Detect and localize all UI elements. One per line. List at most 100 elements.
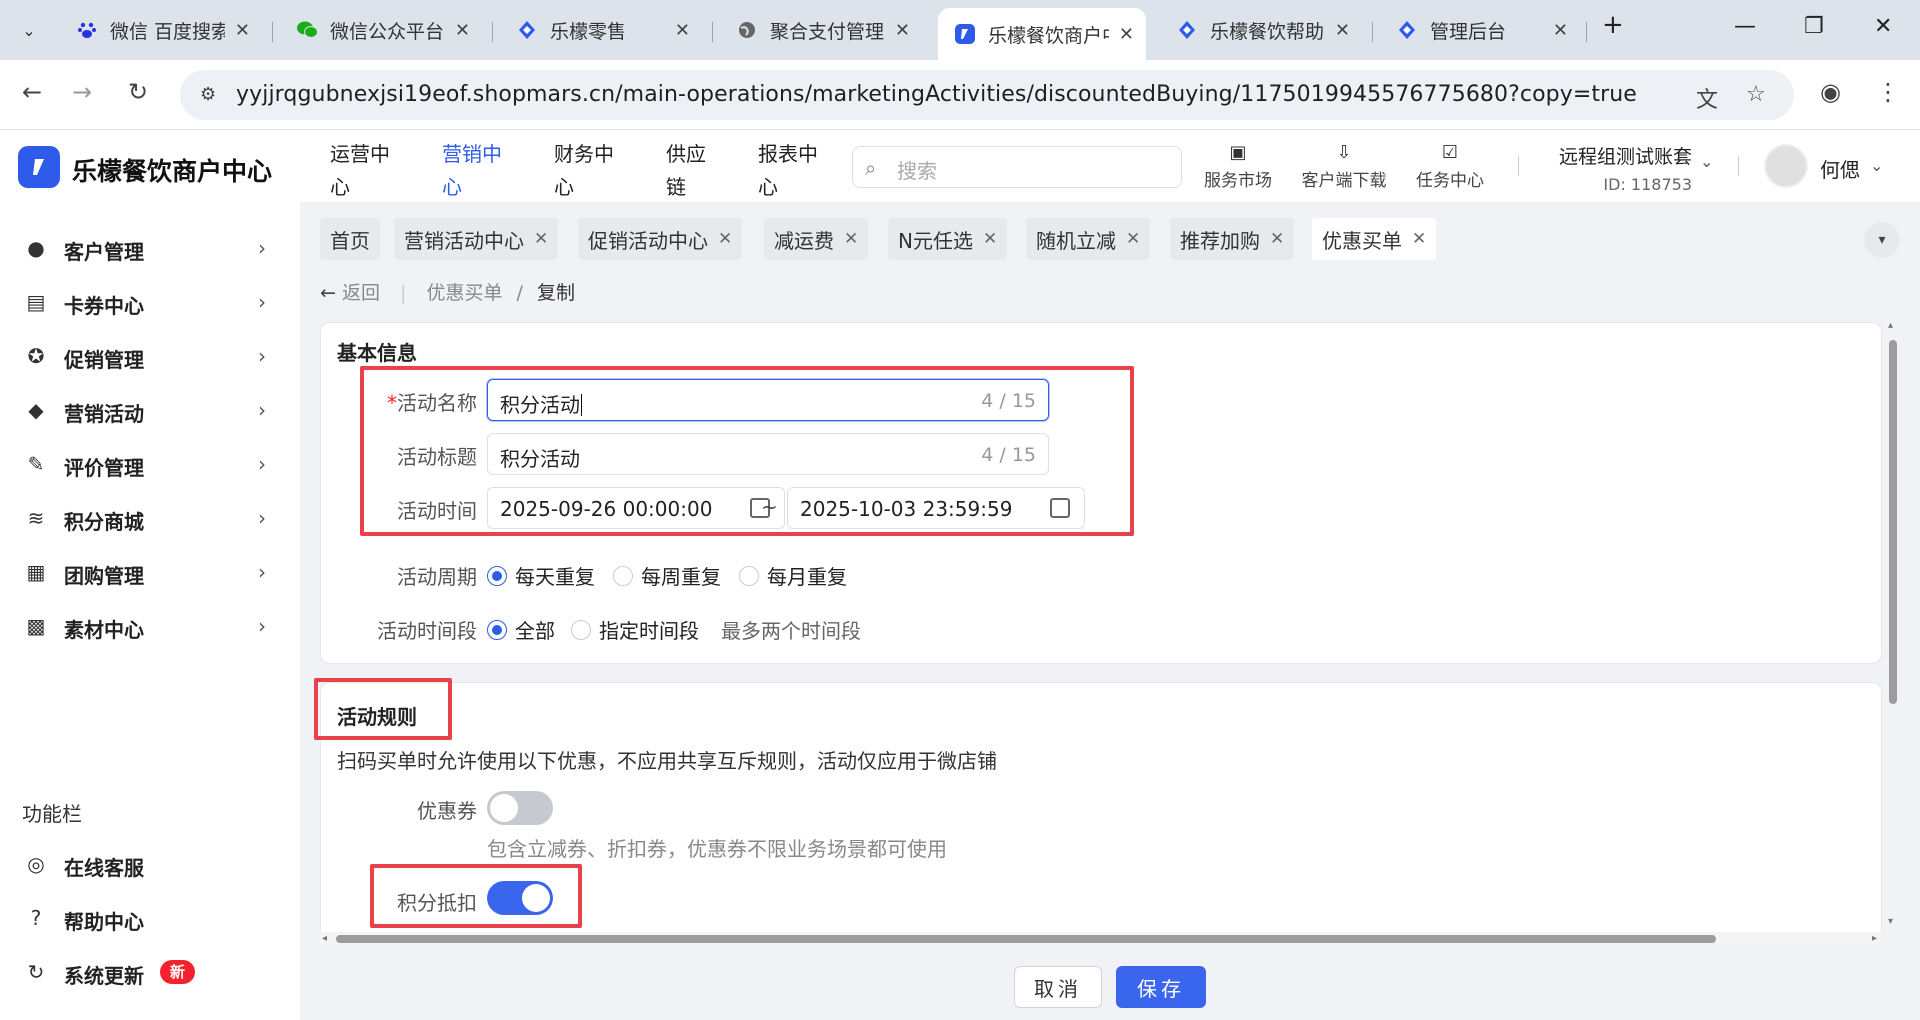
close-icon[interactable]: ✕ [1126,229,1140,249]
scroll-down-arrow-icon[interactable]: ▾ [1888,916,1893,927]
topnav-marketing[interactable]: 营销中心 [442,138,514,204]
sidebar-item-reviews[interactable]: ✎ 评价管理 › [0,438,300,492]
radio-period-all[interactable]: 全部 [487,615,555,644]
save-button[interactable]: 保存 [1116,966,1206,1008]
bookmark-star-icon[interactable]: ☆ [1746,82,1766,107]
close-icon[interactable]: ✕ [534,229,548,249]
sidebar-item-customers[interactable]: ● 客户管理 › [0,222,300,276]
user-name[interactable]: 何偲 [1820,154,1860,183]
close-icon[interactable]: ✕ [844,229,858,249]
url-omnibox[interactable]: ⚙ yyjjrqgubnexjsi19eof.shopmars.cn/main-… [180,70,1794,120]
back-button[interactable]: ← [22,78,42,106]
browser-tab[interactable]: 微信公众平台 ✕ [280,8,482,52]
browser-tab[interactable]: 聚合支付管理 ✕ [720,8,922,52]
profile-icon[interactable]: ◉ [1820,78,1841,106]
close-icon[interactable]: ✕ [983,229,997,249]
sidebar-item-marketing[interactable]: ◆ 营销活动 › [0,384,300,438]
activity-subtitle-input[interactable]: 积分活动 4 / 15 [487,433,1049,475]
user-icon: ● [27,236,45,260]
browser-tab[interactable]: 乐檬零售 ✕ [500,8,702,52]
radio-cycle-weekly[interactable]: 每周重复 [613,561,721,590]
page-tab-random-discount[interactable]: 随机立减 ✕ [1026,218,1151,260]
topnav-finance[interactable]: 财务中心 [554,138,626,204]
scroll-left-arrow-icon[interactable]: ◂ [322,933,327,944]
close-icon[interactable]: ✕ [718,229,732,249]
radio-cycle-daily[interactable]: 每天重复 [487,561,595,590]
chevron-down-icon[interactable]: ⌄ [1870,156,1883,175]
restore-button[interactable]: ❐ [1804,14,1824,39]
close-icon[interactable]: ✕ [1270,229,1284,249]
end-time-picker[interactable]: 2025-10-03 23:59:59 [787,487,1085,529]
sidebar-item-points-mall[interactable]: ≋ 积分商城 › [0,492,300,546]
page-tab-promo-center[interactable]: 促销活动中心 ✕ [578,218,743,260]
sidebar-item-group-buy[interactable]: ▦ 团购管理 › [0,546,300,600]
vertical-scroll-thumb[interactable] [1889,340,1897,704]
image-icon: ▩ [26,614,46,638]
breadcrumb-parent[interactable]: 优惠买单 [426,282,502,304]
scroll-right-arrow-icon[interactable]: ▸ [1872,933,1877,944]
start-time-picker[interactable]: 2025-09-26 00:00:00 [487,487,785,529]
page-tab-home[interactable]: 首页 [320,218,380,260]
url-text[interactable]: yyjjrqgubnexjsi19eof.shopmars.cn/main-op… [236,82,1637,107]
brand-logo[interactable] [18,146,60,188]
horizontal-scrollbar[interactable]: ◂ ▸ [320,932,1884,946]
vertical-scrollbar[interactable]: ▴ ▾ [1886,320,1900,932]
translate-icon[interactable]: 文 [1696,82,1718,114]
account-switcher[interactable]: 远程组测试账套 ID: 118753 [1554,142,1692,194]
header-search[interactable]: ⌕ 搜索 [852,146,1182,188]
forward-button[interactable]: → [72,78,92,106]
chevron-down-icon: ⌄ [22,20,36,40]
tabs-overflow-dropdown[interactable]: ▾ [1864,222,1900,258]
sidebar-item-materials[interactable]: ▩ 素材中心 › [0,600,300,654]
page-tab-marketing-center[interactable]: 营销活动中心 ✕ [394,218,559,260]
close-icon[interactable]: ✕ [1335,20,1350,41]
sidebar-item-cards[interactable]: ▤ 卡券中心 › [0,276,300,330]
browser-tab[interactable]: 乐檬餐饮帮助中心 ✕ [1160,8,1362,52]
site-info-icon[interactable]: ⚙ [200,84,216,105]
close-icon[interactable]: ✕ [1119,24,1134,45]
scroll-up-arrow-icon[interactable]: ▴ [1888,320,1893,331]
horizontal-scroll-thumb[interactable] [336,935,1716,943]
page-tab-n-yuan-pick[interactable]: N元任选 ✕ [888,218,1008,260]
close-icon[interactable]: ✕ [1412,229,1426,249]
service-market-button[interactable]: ▣ 服务市场 [1198,142,1278,191]
close-icon[interactable]: ✕ [1553,20,1568,41]
sidebar-item-promotions[interactable]: ✪ 促销管理 › [0,330,300,384]
browser-tab-active[interactable]: 乐檬餐饮商户中心 ✕ [938,8,1146,60]
reload-button[interactable]: ↻ [128,78,148,106]
minimize-button[interactable]: — [1734,14,1756,39]
page-tab-shipping-discount[interactable]: 减运费 ✕ [764,218,869,260]
close-icon[interactable]: ✕ [675,20,690,41]
points-deduction-toggle[interactable] [487,881,553,915]
radio-period-specific[interactable]: 指定时间段 [571,615,699,644]
window-close-button[interactable]: ✕ [1874,14,1892,39]
avatar[interactable] [1764,144,1808,188]
new-tab-button[interactable]: + [1602,10,1624,40]
chevron-down-icon[interactable]: ⌄ [1700,152,1713,171]
topnav-operations[interactable]: 运营中心 [330,138,402,204]
topnav-supply-chain[interactable]: 供应链 [666,138,738,204]
close-icon[interactable]: ✕ [895,20,910,41]
sidebar-item-online-service[interactable]: ◎ 在线客服 [0,838,300,892]
task-center-button[interactable]: ☑ 任务中心 [1410,142,1490,191]
radio-cycle-monthly[interactable]: 每月重复 [739,561,847,590]
cancel-button[interactable]: 取消 [1014,966,1102,1008]
topnav-reports[interactable]: 报表中心 [758,138,830,204]
activity-name-input[interactable]: 积分活动 4 / 15 [487,379,1049,421]
page-tab-discount-pay[interactable]: 优惠买单 ✕ [1312,218,1437,260]
store-icon: ▣ [1229,142,1247,163]
page-tab-recommend-addon[interactable]: 推荐加购 ✕ [1170,218,1295,260]
close-icon[interactable]: ✕ [455,20,470,41]
close-icon[interactable]: ✕ [235,20,250,41]
coupon-toggle[interactable] [487,791,553,825]
back-link[interactable]: ← 返回 [320,282,380,304]
browser-tab[interactable]: 微信 百度搜索 ✕ [60,8,262,52]
client-download-button[interactable]: ⇩ 客户端下载 [1296,142,1392,191]
lemeng-diamond-icon [1396,19,1418,41]
browser-tab[interactable]: 管理后台 ✕ [1380,8,1580,52]
tab-search-dropdown[interactable]: ⌄ [8,10,50,50]
sidebar-item-system-update[interactable]: ↻ 系统更新 新 [0,946,300,1000]
browser-menu-icon[interactable]: ⋮ [1876,78,1900,106]
sidebar-item-help-center[interactable]: ? 帮助中心 [0,892,300,946]
brand-name[interactable]: 乐檬餐饮商户中心 [72,152,272,188]
